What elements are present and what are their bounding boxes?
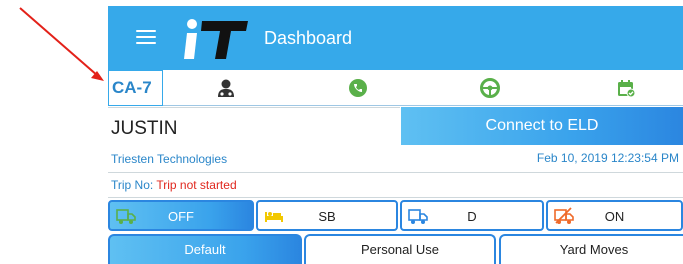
hamburger-menu-icon[interactable] — [136, 30, 156, 46]
app-logo — [184, 19, 248, 59]
steering-wheel-icon[interactable] — [480, 78, 500, 98]
tab-default[interactable]: Default — [108, 234, 302, 264]
phone-sync-icon[interactable] — [348, 78, 368, 98]
app-bar: Dashboard — [108, 6, 683, 70]
driver-row: JUSTIN Triesten Technologies Connect to … — [108, 107, 683, 171]
duty-d-label: D — [467, 209, 477, 224]
driver-name: JUSTIN — [111, 118, 178, 139]
app-title: Dashboard — [264, 28, 353, 48]
duty-off-button[interactable]: OFF — [108, 200, 254, 231]
unit-id-label[interactable]: CA-7 — [108, 70, 163, 106]
duty-sb-label: SB — [318, 209, 336, 224]
status-row: CA-7 — [108, 70, 683, 106]
trip-number-label: Trip No: — [111, 178, 154, 192]
duty-sb-button[interactable]: SB — [256, 200, 398, 231]
screen: Dashboard CA-7 JUSTIN Triesten Technolog… — [0, 0, 683, 264]
duty-off-label: OFF — [168, 209, 194, 224]
connect-eld-button[interactable]: Connect to ELD — [401, 107, 683, 145]
duty-on-label: ON — [604, 209, 625, 224]
driver-profile-icon[interactable] — [216, 78, 236, 98]
tab-yard-moves[interactable]: Yard Moves — [499, 234, 683, 264]
mode-tabs: Default Personal Use Yard Moves — [108, 234, 683, 264]
eld-panel: Connect to ELD Feb 10, 2019 12:23:54 PM — [401, 107, 683, 171]
tab-personal-use[interactable]: Personal Use — [304, 234, 496, 264]
calendar-check-icon[interactable] — [616, 78, 636, 98]
driver-info: JUSTIN Triesten Technologies — [108, 107, 400, 171]
trip-status: Trip not started — [156, 178, 237, 192]
trip-row: Trip No: Trip not started — [108, 172, 683, 198]
duty-status-row: OFF SB D ON — [108, 200, 683, 232]
duty-d-button[interactable]: D — [400, 200, 544, 231]
current-datetime: Feb 10, 2019 12:23:54 PM — [536, 151, 679, 165]
duty-on-button[interactable]: ON — [546, 200, 683, 231]
company-name: Triesten Technologies — [111, 152, 228, 166]
